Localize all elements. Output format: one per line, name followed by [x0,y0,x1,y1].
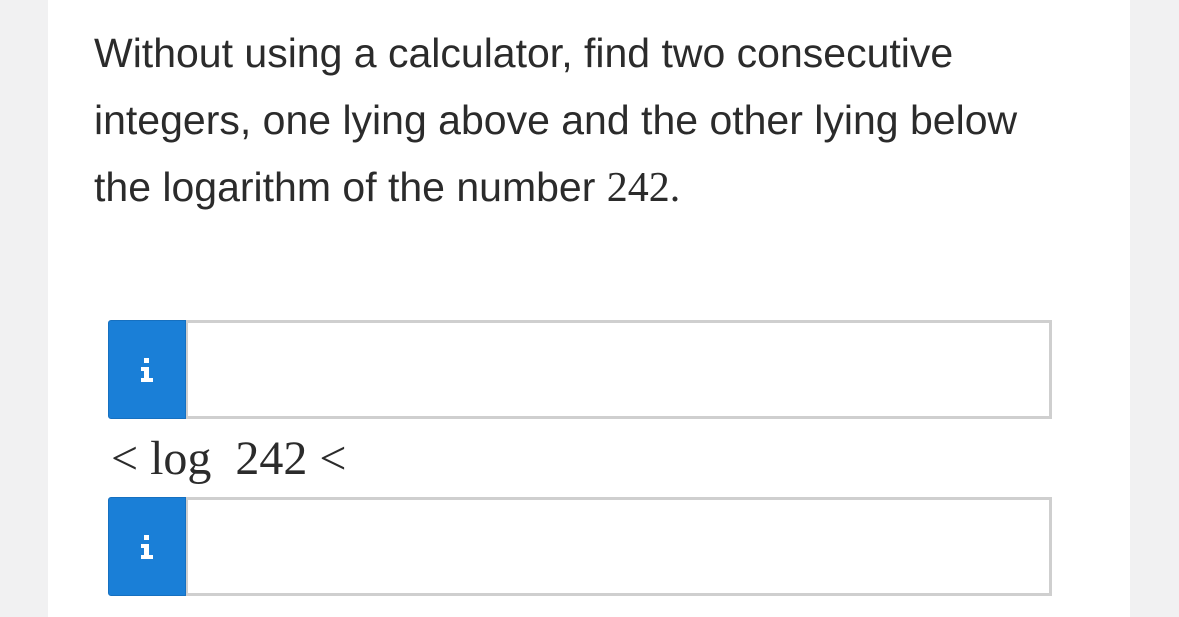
question-card: Without using a calculator, find two con… [48,0,1130,617]
question-number: 242. [606,165,681,211]
less-than-right: < [319,432,347,485]
log-expression: log 242 [138,432,320,485]
less-than-left: < [111,432,139,485]
question-text: Without using a calculator, find two con… [94,20,1074,222]
info-icon [141,357,153,382]
info-button-lower[interactable] [108,320,186,419]
question-body: Without using a calculator, find two con… [94,30,1018,210]
upper-bound-input[interactable] [186,497,1052,596]
info-icon [141,534,153,559]
lower-bound-row [108,320,1052,419]
info-button-upper[interactable] [108,497,186,596]
upper-bound-row [108,497,1052,596]
lower-bound-input[interactable] [186,320,1052,419]
inequality-expression: < log 242 < [111,430,347,488]
